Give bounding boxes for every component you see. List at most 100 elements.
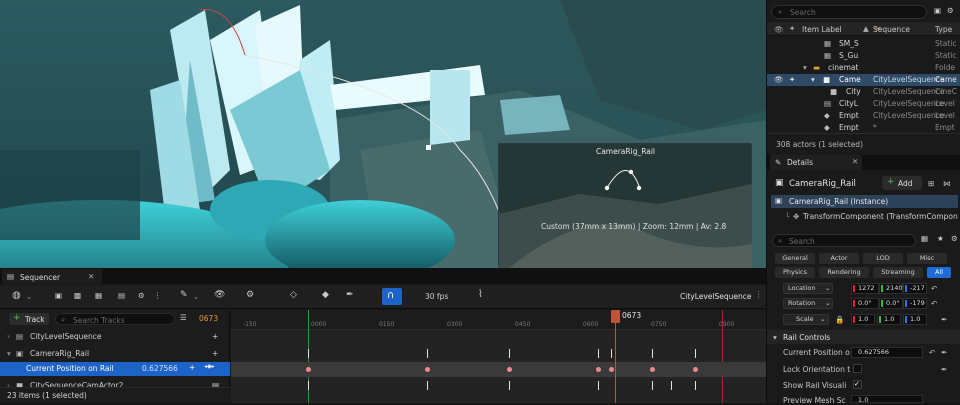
tab-sequencer[interactable]: ▤ Sequencer ✕ (2, 269, 102, 284)
save-icon[interactable]: ▣ (55, 291, 62, 300)
timeline[interactable]: -150 0000 0150 0300 0450 0600 0750 0900 (231, 310, 766, 403)
pin-icon[interactable]: ✦ (789, 75, 795, 84)
scale-z-field[interactable]: 1.0 (903, 314, 927, 325)
chevron-down-icon[interactable]: ▾ (803, 63, 807, 72)
scale-dropdown[interactable]: Scale ⌄ (783, 314, 829, 325)
outliner-row[interactable]: ▦ S_Gu Static (767, 50, 960, 62)
rotation-y-field[interactable]: 0.0° (879, 298, 903, 309)
transform-component-row[interactable]: └ ✥ TransformComponent (TransformCompon (771, 210, 958, 223)
sort-up-icon[interactable]: ▲ (863, 24, 869, 33)
col-sequence[interactable]: Sequence (873, 25, 910, 34)
filter-streaming[interactable]: Streaming (873, 267, 923, 278)
location-x-field[interactable]: 1272 (851, 283, 879, 294)
col-item-label[interactable]: Item Label (802, 25, 842, 34)
outliner-row[interactable]: ◆ Empt CityLevelSequence Level (767, 110, 960, 122)
current-position-field[interactable]: 0.627566 (851, 347, 923, 358)
filter-misc[interactable]: Misc (907, 253, 947, 264)
location-z-field[interactable]: -217 (903, 283, 927, 294)
chevron-down-icon[interactable]: ▾ (7, 349, 11, 358)
key-nav-icon[interactable]: ◂◆▸ (204, 363, 215, 370)
level-viewport[interactable]: CameraRig_Rail Custom (37mm x 13mm) | Zo… (0, 0, 766, 268)
track-row-selected[interactable]: Current Position on Rail 0.627566 + ◂◆▸ (0, 362, 230, 376)
col-type[interactable]: Type (935, 25, 952, 34)
eye-icon[interactable]: 👁 (774, 25, 784, 34)
clapper-icon[interactable]: ▤ (118, 291, 125, 300)
filter-physics[interactable]: Physics (775, 267, 815, 278)
snap-toggle[interactable]: ∩ (382, 288, 402, 305)
grid-icon[interactable]: ▦ (921, 234, 928, 243)
filter-icon[interactable]: ☰ (180, 313, 187, 322)
keyframe[interactable] (306, 367, 311, 372)
add-track-button[interactable]: + Track (9, 313, 49, 325)
filter-lod[interactable]: LOD (863, 253, 903, 264)
pin-icon[interactable]: ✒ (941, 348, 947, 357)
close-icon[interactable]: ✕ (852, 157, 858, 166)
gear-icon[interactable]: ⚙ (947, 6, 954, 15)
keyframe[interactable] (427, 349, 428, 358)
reset-icon[interactable]: ↶ (929, 348, 935, 357)
world-icon[interactable]: ◍ (12, 290, 21, 301)
gear-icon[interactable]: ⚙ (246, 290, 254, 300)
filter-all[interactable]: All (927, 267, 951, 278)
keyframe[interactable] (509, 381, 510, 390)
playhead-handle[interactable] (611, 310, 620, 323)
details-search-input[interactable]: ⌕ Search (772, 234, 916, 247)
outliner-row[interactable]: ▤ CityL CityLevelSequence Level (767, 98, 960, 110)
pin-icon[interactable]: ✒ (941, 365, 947, 374)
lock-icon[interactable]: 🔒 (835, 315, 844, 324)
tab-details[interactable]: ✎ Details ✕ (770, 155, 862, 170)
instance-row[interactable]: ▣ CameraRig_Rail (Instance) (771, 195, 958, 208)
gear-icon[interactable]: ⚙ (951, 234, 958, 243)
keyframe[interactable] (308, 381, 309, 390)
sequence-name[interactable]: CityLevelSequence (680, 292, 752, 301)
keyframe[interactable] (308, 349, 309, 358)
pin-icon[interactable]: ✦ (789, 24, 795, 33)
outliner-row[interactable]: ▾ ▬ cinemat Folde (767, 62, 960, 74)
plus-icon[interactable]: + (189, 363, 195, 372)
reset-icon[interactable]: ↶ (931, 299, 937, 308)
filter-general[interactable]: General (775, 253, 815, 264)
show-rail-checkbox[interactable]: ✓ (853, 380, 862, 389)
wrench-icon[interactable]: ✎ (180, 290, 188, 300)
outliner-row[interactable]: ▦ SM_S Static (767, 38, 960, 50)
outliner-search-input[interactable]: ⌕ Search (771, 5, 927, 19)
eye-icon[interactable]: 👁 (214, 290, 225, 300)
settings-icon[interactable]: ⚙ (138, 291, 145, 300)
keyframe[interactable] (609, 367, 614, 372)
chevron-right-icon[interactable]: › (7, 332, 10, 341)
plus-icon[interactable]: + (212, 349, 218, 358)
camera-icon[interactable]: ▩ (74, 291, 81, 300)
keyframe[interactable] (671, 381, 672, 390)
keyframe[interactable] (507, 367, 512, 372)
keyframe[interactable] (611, 349, 612, 358)
rotation-z-field[interactable]: -179 (903, 298, 927, 309)
dots-icon[interactable]: ⋮ (154, 291, 162, 300)
track-lane[interactable] (231, 346, 766, 361)
diamond-icon[interactable]: ◆ (322, 290, 329, 300)
keyframe[interactable] (427, 381, 428, 390)
chevron-down-icon[interactable]: ⌄ (26, 292, 32, 301)
current-frame-field[interactable]: 0673 (199, 314, 218, 323)
scale-y-field[interactable]: 1.0 (877, 314, 901, 325)
chevron-down-icon[interactable]: ▾ (811, 75, 815, 84)
keyframe[interactable] (693, 367, 698, 372)
track-row[interactable]: › ▤ CityLevelSequence + (0, 329, 230, 344)
location-y-field[interactable]: 2140 (879, 283, 903, 294)
track-row[interactable]: ▾ ▣ CameraRig_Rail + (0, 346, 230, 361)
track-value[interactable]: 0.627566 (142, 364, 178, 373)
rotation-x-field[interactable]: 0.0° (851, 298, 879, 309)
curve-editor-icon[interactable]: ⌇ (478, 289, 483, 300)
split-icon[interactable]: ⋈ (943, 179, 951, 188)
add-filter-icon[interactable]: ▣ (934, 6, 941, 15)
location-dropdown[interactable]: Location ⌄ (783, 283, 833, 294)
rotation-dropdown[interactable]: Rotation ⌄ (783, 298, 833, 309)
render-icon[interactable]: ▦ (95, 291, 102, 300)
chevron-down-icon[interactable]: ⌄ (193, 292, 199, 301)
keyframe[interactable] (598, 381, 599, 390)
pin-icon[interactable]: ✒ (941, 315, 947, 324)
keyframe[interactable] (652, 381, 653, 390)
keyframe[interactable] (425, 367, 430, 372)
brush-icon[interactable]: ✒ (346, 290, 354, 300)
key-icon[interactable]: ◇ (290, 290, 297, 300)
track-lane[interactable] (231, 378, 766, 393)
